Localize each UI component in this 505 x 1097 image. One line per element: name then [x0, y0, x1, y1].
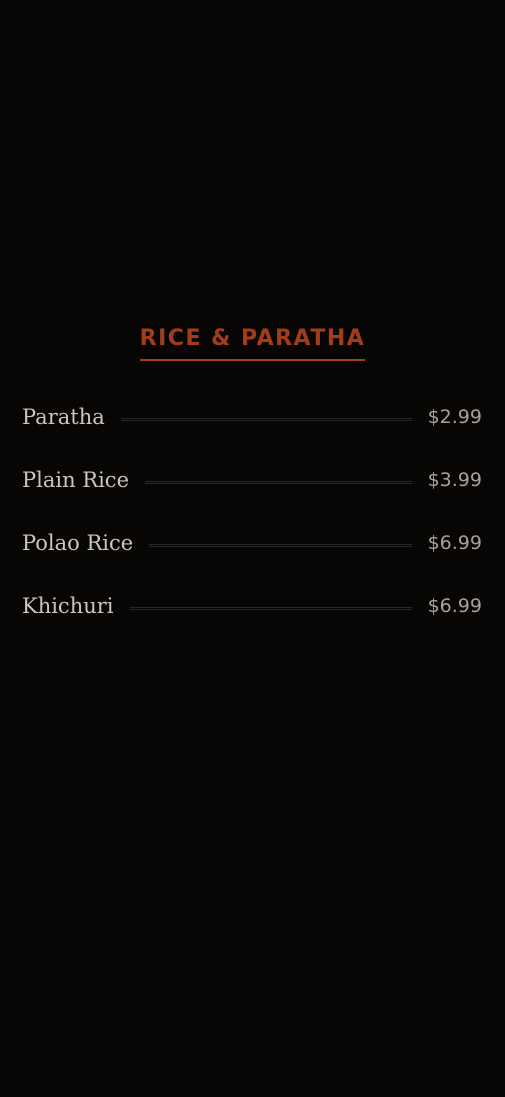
- menu-item-price: $2.99: [427, 406, 482, 429]
- leader-line: [145, 480, 412, 484]
- section-title: RICE & PARATHA: [139, 322, 366, 361]
- menu-item: Khichuri $6.99: [22, 575, 482, 639]
- menu-item: Paratha $2.99: [22, 386, 482, 450]
- menu-item-price: $6.99: [427, 532, 482, 555]
- menu-item: Polao Rice $6.99: [22, 512, 482, 576]
- menu-section: RICE & PARATHA Paratha $2.99 Plain Rice …: [0, 322, 505, 618]
- menu-item-price: $6.99: [427, 595, 482, 618]
- menu-item: Plain Rice $3.99: [22, 449, 482, 513]
- leader-line: [120, 417, 412, 421]
- menu-item-name: Polao Rice: [22, 531, 134, 556]
- menu-item-name: Plain Rice: [22, 468, 129, 493]
- menu-item-name: Khichuri: [22, 594, 114, 619]
- leader-line: [149, 543, 412, 547]
- menu-list: Paratha $2.99 Plain Rice $3.99 Polao Ric…: [22, 386, 482, 638]
- menu-item-name: Paratha: [22, 405, 105, 430]
- leader-line: [129, 606, 412, 610]
- menu-item-price: $3.99: [427, 469, 482, 492]
- section-header: RICE & PARATHA: [0, 322, 505, 361]
